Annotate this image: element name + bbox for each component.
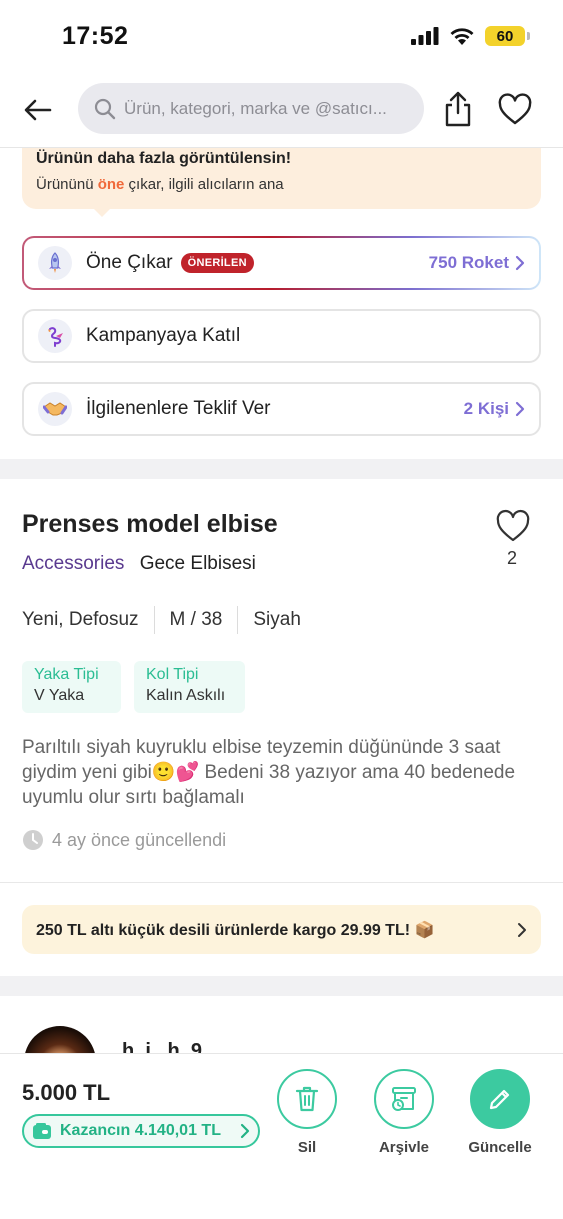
attribute-tag: Yaka Tipi V Yaka (22, 661, 121, 713)
attribute-separator (153, 606, 155, 634)
promo-text-end: çıkar, ilgili alıcıların ana (124, 176, 284, 193)
chevron-right-icon (515, 255, 525, 271)
heart-icon[interactable] (495, 509, 531, 543)
share-icon[interactable] (441, 90, 475, 128)
delete-label: Sil (297, 1139, 317, 1156)
trash-icon (295, 1086, 319, 1112)
earnings-pill[interactable]: Kazancın 4.140,01 TL (22, 1114, 260, 1148)
category-link[interactable]: Accessories (22, 553, 124, 574)
signal-icon (411, 27, 439, 45)
wifi-icon (450, 27, 474, 45)
tag-name: Yaka Tipi (34, 666, 99, 683)
color-value: Siyah (253, 609, 301, 630)
shipping-notice[interactable]: 250 TL altı küçük desili ürünlerde kargo… (22, 905, 541, 954)
heart-icon[interactable] (497, 92, 533, 128)
pencil-icon (489, 1089, 510, 1110)
promo-tip-title: Ürünün daha fazla görüntülensin! (36, 150, 292, 167)
condition-value: Yeni, Defosuz (22, 609, 139, 630)
earnings-text: Kazancın 4.140,01 TL (60, 1122, 221, 1139)
wallet-icon (33, 1123, 51, 1139)
category-breadcrumb: Accessories Gece Elbisesi (22, 553, 256, 575)
rocket-icon (38, 246, 72, 280)
boost-value: 750 Roket (429, 253, 525, 273)
updated-info: 4 ay önce güncellendi (22, 829, 226, 851)
size-value: M / 38 (169, 609, 223, 630)
product-attributes: Yeni, Defosuz M / 38 Siyah (22, 606, 301, 634)
updated-text: 4 ay önce güncellendi (52, 829, 227, 850)
update-button[interactable] (470, 1069, 530, 1129)
product-description: Parıltılı siyah kuyruklu elbise teyzemin… (22, 737, 516, 808)
promo-tip-text: Ürününü öne çıkar, ilgili alıcıların ana (36, 176, 284, 193)
join-campaign-label: Kampanyaya Katıl (86, 325, 241, 346)
tag-name: Kol Tipi (146, 666, 199, 683)
search-input[interactable]: Ürün, kategori, marka ve @satıcı... (78, 83, 424, 134)
divider (0, 882, 563, 883)
promo-text-highlight: öne (97, 176, 125, 193)
promo-text-start: Ürününü (36, 176, 98, 193)
top-header: Ürün, kategori, marka ve @satıcı... (0, 74, 563, 148)
tag-value: Kalın Askılı (146, 687, 226, 704)
flamingo-icon (38, 319, 72, 353)
chevron-right-icon (515, 401, 525, 417)
subcategory-link[interactable]: Gece Elbisesi (140, 553, 256, 574)
search-icon (94, 98, 116, 119)
back-arrow-icon[interactable] (20, 92, 56, 128)
archive-label: Arşivle (378, 1139, 430, 1156)
attribute-separator (237, 606, 239, 634)
price: 5.000 TL (22, 1080, 111, 1105)
chevron-right-icon (518, 922, 526, 937)
chevron-right-icon (240, 1123, 250, 1139)
join-campaign-button[interactable]: Kampanyaya Katıl (22, 309, 541, 363)
battery-indicator: 60 (485, 26, 530, 46)
clock-icon (23, 830, 43, 850)
attribute-tag: Kol Tipi Kalın Askılı (134, 661, 245, 713)
archive-button[interactable] (374, 1069, 434, 1129)
section-divider (0, 976, 563, 996)
status-bar: 17:52 60 (0, 0, 563, 74)
section-divider (0, 459, 563, 479)
search-placeholder: Ürün, kategori, marka ve @satıcı... (124, 98, 387, 118)
delete-button[interactable] (277, 1069, 337, 1129)
boost-button[interactable]: Öne Çıkar ÖNERİLEN 750 Roket (22, 236, 541, 290)
interested-value: 2 Kişi (464, 399, 525, 419)
boost-cost: 750 Roket (428, 253, 509, 272)
offer-interested-label: İlgilenenlere Teklif Ver (86, 398, 271, 419)
boost-label: Öne Çıkar (86, 252, 173, 273)
update-label: Güncelle (468, 1139, 532, 1156)
bottom-action-bar: 5.000 TL Kazancın 4.140,01 TL Sil Arşivl… (0, 1053, 563, 1219)
interested-count: 2 Kişi (463, 399, 509, 418)
like-count: 2 (506, 548, 517, 568)
status-time: 17:52 (62, 22, 129, 50)
promo-tip: Ürünün daha fazla görüntülensin! Ürününü… (22, 148, 541, 209)
recommended-badge: ÖNERİLEN (180, 253, 254, 273)
offer-interested-button[interactable]: İlgilenenlere Teklif Ver 2 Kişi (22, 382, 541, 436)
product-title: Prenses model elbise (22, 510, 278, 538)
shipping-notice-text: 250 TL altı küçük desili ürünlerde kargo… (36, 921, 435, 939)
tag-value: V Yaka (34, 687, 85, 704)
archive-icon (392, 1087, 416, 1111)
handshake-icon (38, 392, 72, 426)
promo-tip-pointer (92, 207, 112, 217)
status-icons: 60 (411, 26, 530, 46)
